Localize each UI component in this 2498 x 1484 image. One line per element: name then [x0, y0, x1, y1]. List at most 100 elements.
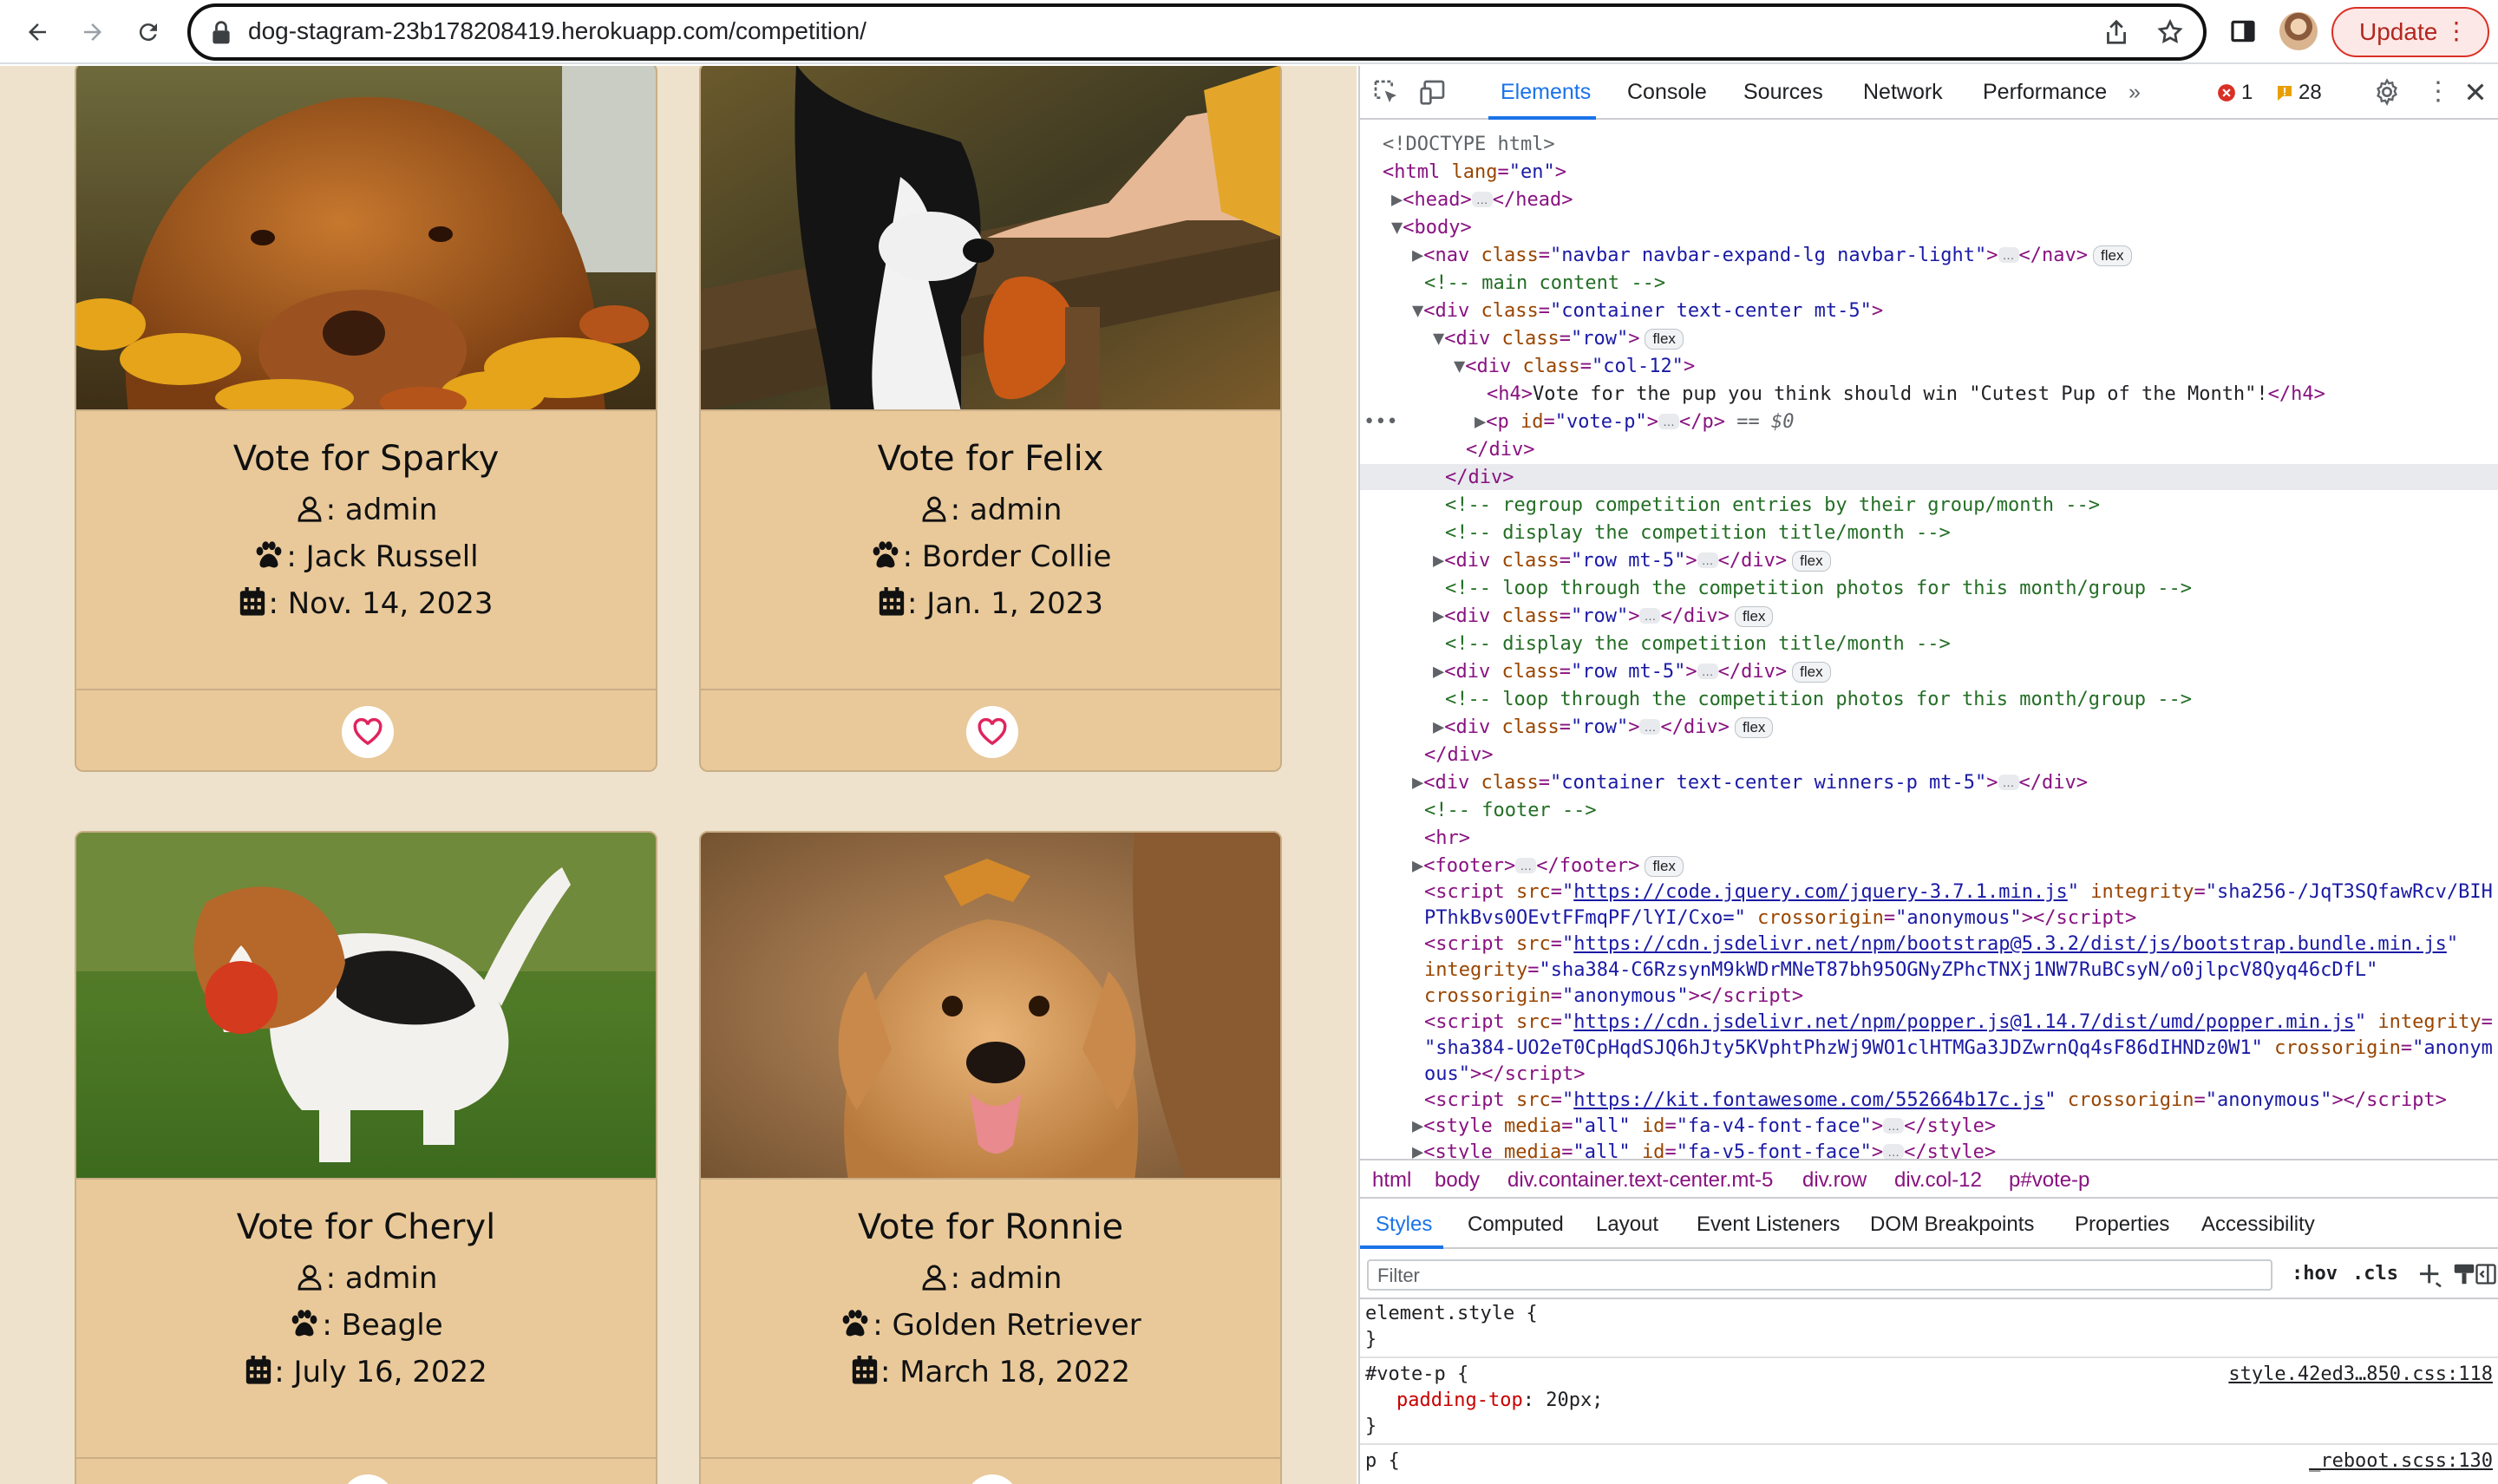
dog-photo-cheryl[interactable]: [76, 833, 656, 1180]
breed-text: : Border Collie: [902, 539, 1112, 574]
rule-declaration[interactable]: padding-top: 20px;: [1396, 1389, 1603, 1411]
dom-line[interactable]: <!DOCTYPE html>: [1383, 134, 1555, 155]
dom-line[interactable]: ▶<nav class="navbar navbar-expand-lg nav…: [1412, 245, 2132, 266]
rule-source-link[interactable]: style.42ed3…850.css:118: [2228, 1363, 2493, 1385]
dom-line[interactable]: <script src="https://cdn.jsdelivr.net/np…: [1424, 1011, 2493, 1033]
profile-avatar[interactable]: [2279, 12, 2318, 50]
dom-line[interactable]: crossorigin="anonymous"></script>: [1424, 985, 1803, 1007]
address-bar[interactable]: dog-stagram-23b178208419.herokuapp.com/c…: [187, 3, 2207, 61]
like-button[interactable]: [966, 1474, 1018, 1484]
like-button[interactable]: [342, 706, 394, 758]
update-button[interactable]: Update ⋮: [2331, 7, 2489, 57]
tab-layout[interactable]: Layout: [1596, 1213, 1658, 1237]
dom-comment[interactable]: <!-- footer -->: [1424, 800, 1597, 821]
settings-gear-icon[interactable]: [2373, 78, 2401, 109]
inspect-element-icon[interactable]: [1372, 78, 1400, 109]
tab-dom-breakpoints[interactable]: DOM Breakpoints: [1870, 1213, 2034, 1237]
dom-line[interactable]: ▶<style media="all" id="fa-v5-font-face"…: [1412, 1141, 1996, 1159]
dom-line[interactable]: integrity="sha384-C6RzsynM9kWDrMNeT87bh9…: [1424, 959, 2377, 981]
breadcrumb-item[interactable]: html: [1372, 1168, 1411, 1193]
dom-comment[interactable]: <!-- loop through the competition photos…: [1445, 578, 2192, 599]
like-button[interactable]: [342, 1474, 394, 1484]
dom-comment[interactable]: <!-- display the competition title/month…: [1445, 522, 1951, 544]
tab-event-listeners[interactable]: Event Listeners: [1697, 1213, 1840, 1237]
dom-line[interactable]: </div>: [1424, 744, 1493, 766]
dom-line[interactable]: ▶<div class="row mt-5">… </div> flex: [1433, 550, 1831, 572]
back-icon[interactable]: [17, 12, 57, 52]
tab-console[interactable]: Console: [1627, 80, 1707, 105]
tab-properties[interactable]: Properties: [2075, 1213, 2169, 1237]
rule-source-link[interactable]: _reboot.scss:130: [2309, 1450, 2493, 1472]
tab-styles[interactable]: Styles: [1376, 1213, 1432, 1237]
device-toolbar-icon[interactable]: [1419, 78, 1447, 109]
reload-icon[interactable]: [128, 12, 168, 52]
rule-selector[interactable]: p {: [1365, 1450, 1400, 1472]
card-footer: [76, 689, 656, 770]
css-value: 20px;: [1546, 1389, 1604, 1411]
dom-line[interactable]: <h4>Vote for the pup you think should wi…: [1487, 383, 2325, 405]
more-options-icon[interactable]: ⋮: [2425, 76, 2451, 107]
dom-comment[interactable]: <!-- display the competition title/month…: [1445, 633, 1951, 655]
dom-line[interactable]: <script src="https://kit.fontawesome.com…: [1424, 1089, 2447, 1111]
like-button[interactable]: [966, 706, 1018, 758]
tab-network[interactable]: Network: [1863, 80, 1943, 105]
warning-counter[interactable]: 28: [2276, 81, 2322, 105]
cls-toggle[interactable]: .cls: [2352, 1263, 2398, 1285]
rule-selector[interactable]: #vote-p {: [1365, 1363, 1468, 1385]
tab-elements[interactable]: Elements: [1501, 80, 1591, 105]
breadcrumb-item[interactable]: div.col-12: [1894, 1168, 1982, 1193]
dom-comment[interactable]: <!-- regroup competition entries by thei…: [1445, 494, 2100, 516]
breadcrumb-item-active[interactable]: p#vote-p: [2009, 1168, 2089, 1193]
url-text[interactable]: dog-stagram-23b178208419.herokuapp.com/c…: [248, 17, 866, 45]
dom-line[interactable]: ▶<div class="container text-center winne…: [1412, 772, 2088, 794]
error-counter[interactable]: 1: [2217, 81, 2253, 105]
dom-line[interactable]: ▼<div class="row"> flex: [1433, 328, 1684, 350]
breadcrumb-item[interactable]: div.container.text-center.mt-5: [1507, 1168, 1773, 1193]
forward-icon[interactable]: [73, 12, 113, 52]
date-text: : Nov. 14, 2023: [268, 586, 494, 621]
tab-performance[interactable]: Performance: [1983, 80, 2107, 105]
breadcrumb-item[interactable]: div.row: [1802, 1168, 1867, 1193]
element-style-rule[interactable]: element.style {: [1365, 1303, 1538, 1324]
lock-icon[interactable]: [212, 21, 231, 49]
owner-text: : admin: [950, 493, 1063, 527]
dom-line[interactable]: ▼<body>: [1391, 217, 1472, 239]
dog-photo-sparky[interactable]: [76, 66, 656, 411]
dom-line[interactable]: "sha384-UO2eT0CpHqdSJQ6hJty5KVphtPhzWj9W…: [1424, 1037, 2493, 1059]
tab-sources[interactable]: Sources: [1743, 80, 1823, 105]
bookmark-star-icon[interactable]: [2156, 18, 2184, 49]
dom-line[interactable]: </div>: [1445, 467, 1514, 488]
dom-line[interactable]: ▶<div class="row">… </div> flex: [1433, 605, 1774, 627]
dom-line[interactable]: ▶<div class="row">… </div> flex: [1433, 716, 1774, 738]
dom-comment[interactable]: <!-- main content -->: [1424, 272, 1665, 294]
dom-line[interactable]: </div>: [1466, 439, 1534, 461]
tab-computed[interactable]: Computed: [1468, 1213, 1564, 1237]
hov-toggle[interactable]: :hov: [2292, 1263, 2338, 1285]
dom-line-selected[interactable]: ▶<p id="vote-p">… </p> == $0: [1475, 411, 1794, 433]
dom-line[interactable]: ▶<head>… </head>: [1391, 189, 1573, 211]
toggle-sidebar-icon[interactable]: [2474, 1261, 2498, 1291]
breadcrumb-item[interactable]: body: [1435, 1168, 1480, 1193]
dog-photo-felix[interactable]: [701, 66, 1280, 411]
dom-line[interactable]: ▶<style media="all" id="fa-v4-font-face"…: [1412, 1115, 1996, 1137]
side-panel-icon[interactable]: [2229, 17, 2257, 49]
close-devtools-icon[interactable]: [2463, 80, 2488, 108]
tab-accessibility[interactable]: Accessibility: [2201, 1213, 2315, 1237]
dom-line[interactable]: <script src="https://cdn.jsdelivr.net/np…: [1424, 933, 2458, 955]
dom-line[interactable]: <script src="https://code.jquery.com/jqu…: [1424, 881, 2493, 903]
dom-line[interactable]: <html lang="en">: [1383, 161, 1566, 183]
dom-line[interactable]: ous"></script>: [1424, 1063, 1585, 1085]
dom-comment[interactable]: <!-- loop through the competition photos…: [1445, 689, 2192, 710]
styles-filter-input[interactable]: Filter: [1367, 1259, 2272, 1291]
dom-line[interactable]: ▶<footer>… </footer> flex: [1412, 855, 1684, 877]
dom-line[interactable]: <hr>: [1424, 827, 1470, 849]
more-tabs-icon[interactable]: »: [2129, 80, 2141, 105]
dog-photo-ronnie[interactable]: [701, 833, 1280, 1180]
dom-line[interactable]: ▼<div class="col-12">: [1454, 356, 1695, 377]
dom-line[interactable]: ▼<div class="container text-center mt-5"…: [1412, 300, 1883, 322]
share-icon[interactable]: [2104, 19, 2129, 49]
dom-line[interactable]: ▶<div class="row mt-5">… </div> flex: [1433, 661, 1831, 683]
dom-line[interactable]: PThkBvs0OEvtFFmqPF/lYI/Cxo=" crossorigin…: [1424, 907, 2136, 929]
devtools-tabbar: Elements Console Sources Network Perform…: [1360, 66, 2498, 120]
new-style-rule-icon[interactable]: [2416, 1261, 2444, 1292]
